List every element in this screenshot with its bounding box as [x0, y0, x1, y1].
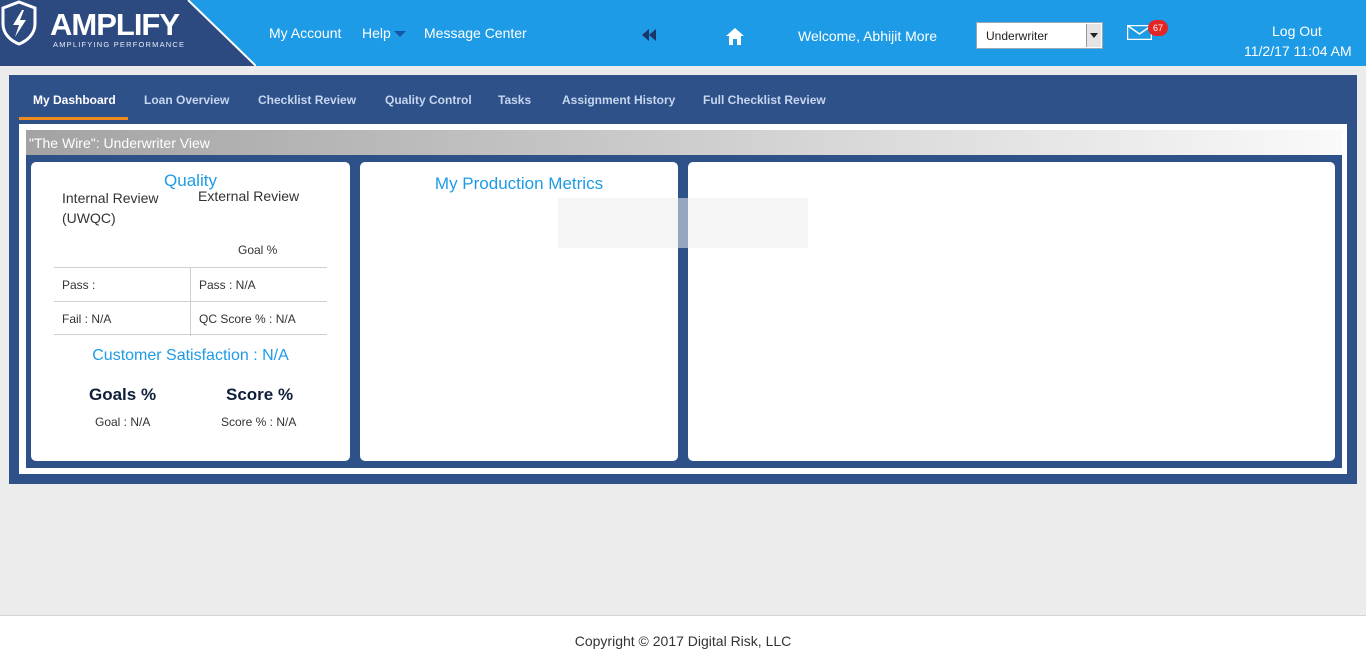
tab-bar: My Dashboard Loan Overview Checklist Rev…: [9, 75, 1357, 123]
brand-name: AMPLIFY: [50, 7, 180, 42]
header-bar: AMPLIFY AMPLIFYING PERFORMANCE My Accoun…: [0, 0, 1366, 66]
goals-heading: Goals %: [89, 385, 157, 404]
pass-external: Pass : N/A: [199, 278, 256, 292]
column-divider: [190, 268, 191, 302]
pass-internal: Pass :: [62, 278, 96, 292]
customer-satisfaction: Customer Satisfaction : N/A: [92, 347, 289, 364]
copyright: Copyright © 2017 Digital Risk, LLC: [574, 633, 792, 649]
main-frame: My Dashboard Loan Overview Checklist Rev…: [9, 75, 1357, 484]
tab-full-checklist-review[interactable]: Full Checklist Review: [703, 93, 826, 107]
nav-message-center[interactable]: Message Center: [424, 25, 527, 41]
table-row: Fail : N/A QC Score % : N/A: [54, 301, 327, 336]
role-select-value: Underwriter: [986, 29, 1049, 43]
external-review-label: External Review: [198, 188, 300, 204]
help-caret-icon: [393, 31, 406, 38]
active-tab-indicator: [19, 117, 128, 120]
datetime: 11/2/17 11:04 AM: [1244, 43, 1352, 59]
role-select[interactable]: Underwriter: [976, 22, 1103, 49]
select-arrow-icon[interactable]: [1086, 24, 1101, 47]
logout-link[interactable]: Log Out: [1272, 23, 1322, 39]
tab-loan-overview[interactable]: Loan Overview: [144, 93, 229, 107]
goal-pct-label: Goal %: [238, 243, 278, 257]
qc-score: QC Score % : N/A: [199, 312, 296, 326]
table-row: Pass : Pass : N/A: [54, 267, 327, 302]
score-heading: Score %: [226, 385, 294, 404]
double-back-icon[interactable]: [641, 28, 657, 42]
nav-my-account[interactable]: My Account: [269, 25, 341, 41]
production-metrics-title: My Production Metrics: [434, 174, 604, 193]
score-value: Score % : N/A: [221, 415, 297, 429]
tab-my-dashboard[interactable]: My Dashboard: [33, 93, 116, 107]
tab-assignment-history[interactable]: Assignment History: [562, 93, 675, 107]
quality-table: Pass : Pass : N/A Fail : N/A QC Score % …: [54, 267, 327, 336]
goal-value: Goal : N/A: [95, 415, 151, 429]
welcome-text: Welcome, Abhijit More: [798, 28, 938, 44]
view-title: "The Wire": Underwriter View: [26, 130, 1342, 155]
column-divider: [190, 302, 191, 336]
nav-help-label: Help: [362, 25, 391, 41]
loading-overlay: [558, 198, 808, 248]
quality-panel: Quality Internal Review (UWQC) External …: [31, 162, 350, 461]
home-icon[interactable]: [726, 28, 744, 45]
logo[interactable]: AMPLIFY AMPLIFYING PERFORMANCE: [0, 0, 256, 66]
internal-review-label: Internal Review (UWQC): [62, 190, 159, 226]
shield-logo-icon: [1, 0, 37, 46]
brand-tagline: AMPLIFYING PERFORMANCE: [53, 40, 186, 49]
mail-count-badge: 67: [1148, 20, 1168, 36]
tab-tasks[interactable]: Tasks: [498, 93, 531, 107]
tab-checklist-review[interactable]: Checklist Review: [258, 93, 356, 107]
tab-quality-control[interactable]: Quality Control: [385, 93, 472, 107]
dashboard-content: "The Wire": Underwriter View Quality Int…: [19, 124, 1347, 474]
fail-internal: Fail : N/A: [62, 312, 112, 326]
nav-help[interactable]: Help: [362, 25, 406, 41]
